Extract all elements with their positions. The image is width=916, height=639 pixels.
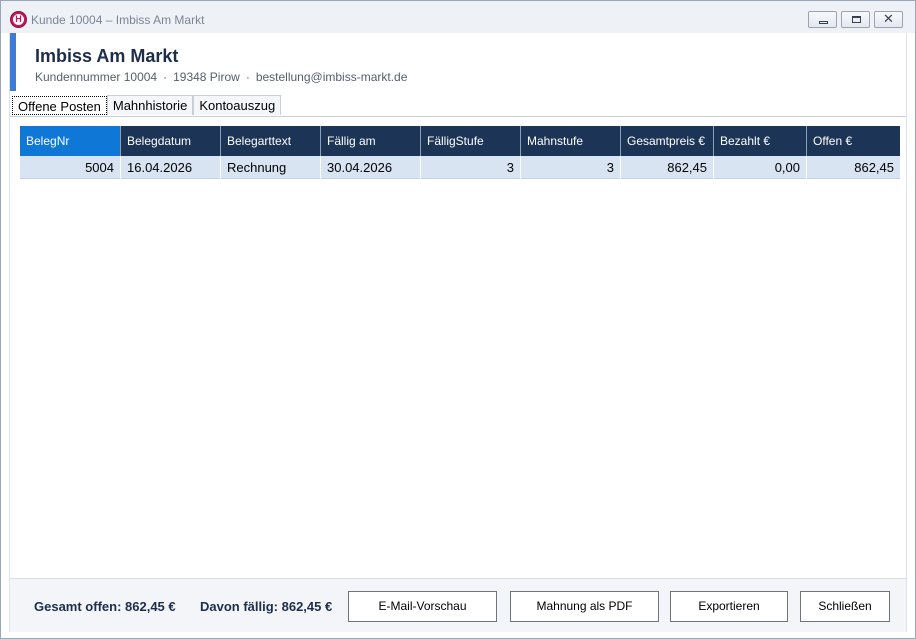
title-bar[interactable]: H Kunde 10004 – Imbiss Am Markt ✕ <box>1 1 915 33</box>
customer-email: bestellung@imbiss-markt.de <box>255 70 408 84</box>
separator: · <box>163 70 168 84</box>
maximize-button[interactable] <box>841 11 870 28</box>
cell-offen[interactable]: 862,45 <box>807 156 900 179</box>
column-header-belegnr[interactable]: BelegNr <box>20 126 121 156</box>
column-header-faellig-stufe[interactable]: FälligStufe <box>421 126 521 156</box>
accent-bar <box>10 33 16 91</box>
close-button[interactable]: Schließen <box>800 591 890 622</box>
tab-strip: Offene Posten Mahnhistorie Kontoauszug <box>12 95 282 116</box>
customer-window: H Kunde 10004 – Imbiss Am Markt ✕ Imbiss… <box>0 0 916 639</box>
footer-bar: Gesamt offen: 862,45 € Davon fällig: 862… <box>10 578 906 632</box>
table-row[interactable]: 5004 16.04.2026 Rechnung 30.04.2026 3 3 … <box>20 156 900 179</box>
cell-gesamtpreis[interactable]: 862,45 <box>621 156 714 179</box>
customer-name: Imbiss Am Markt <box>35 46 179 66</box>
export-button[interactable]: Exportieren <box>670 591 788 622</box>
tab-kontoauszug[interactable]: Kontoauszug <box>193 95 282 115</box>
customer-header: Imbiss Am Markt Kundennummer 10004 · 19348… <box>10 33 906 91</box>
minimize-icon <box>819 21 828 24</box>
column-header-offen[interactable]: Offen € <box>807 126 900 156</box>
column-header-belegarttext[interactable]: Belegarttext <box>221 126 321 156</box>
total-open-summary: Gesamt offen: 862,45 € <box>34 599 176 614</box>
cell-bezahlt[interactable]: 0,00 <box>714 156 807 179</box>
window-title: Kunde 10004 – Imbiss Am Markt <box>31 13 205 27</box>
cell-belegnr[interactable]: 5004 <box>20 156 121 179</box>
grid-header: BelegNr Belegdatum Belegarttext Fällig a… <box>20 126 900 156</box>
cell-faellig-am[interactable]: 30.04.2026 <box>321 156 421 179</box>
cell-belegarttext[interactable]: Rechnung <box>221 156 321 179</box>
column-header-gesamtpreis[interactable]: Gesamtpreis € <box>621 126 714 156</box>
email-preview-button[interactable]: E-Mail-Vorschau <box>348 591 497 622</box>
due-summary: Davon fällig: 862,45 € <box>200 599 333 614</box>
customer-location: 19348 Pirow <box>173 70 240 84</box>
maximize-icon <box>852 16 861 23</box>
close-window-button[interactable]: ✕ <box>874 11 903 28</box>
app-logo-letter: H <box>13 14 24 25</box>
cell-faellig-stufe[interactable]: 3 <box>421 156 521 179</box>
app-logo-icon: H <box>10 11 27 28</box>
customer-number: Kundennummer 10004 <box>35 70 158 84</box>
column-header-faellig-am[interactable]: Fällig am <box>321 126 421 156</box>
tab-panel-offene-posten: BelegNr Belegdatum Belegarttext Fällig a… <box>10 116 906 578</box>
close-icon: ✕ <box>883 12 894 27</box>
open-items-grid[interactable]: BelegNr Belegdatum Belegarttext Fällig a… <box>20 126 900 179</box>
tab-offene-posten[interactable]: Offene Posten <box>12 96 107 115</box>
minimize-button[interactable] <box>808 11 837 28</box>
column-header-belegdatum[interactable]: Belegdatum <box>121 126 221 156</box>
tab-mahnhistorie[interactable]: Mahnhistorie <box>106 95 194 115</box>
cell-belegdatum[interactable]: 16.04.2026 <box>121 156 221 179</box>
client-area: Imbiss Am Markt Kundennummer 10004 · 19348… <box>9 33 907 632</box>
column-header-bezahlt[interactable]: Bezahlt € <box>714 126 807 156</box>
cell-mahnstufe[interactable]: 3 <box>521 156 621 179</box>
customer-details: Kundennummer 10004 · 19348 Pirow · bestellun… <box>35 70 407 84</box>
dunning-pdf-button[interactable]: Mahnung als PDF <box>510 591 659 622</box>
column-header-mahnstufe[interactable]: Mahnstufe <box>521 126 621 156</box>
separator: · <box>245 70 250 84</box>
